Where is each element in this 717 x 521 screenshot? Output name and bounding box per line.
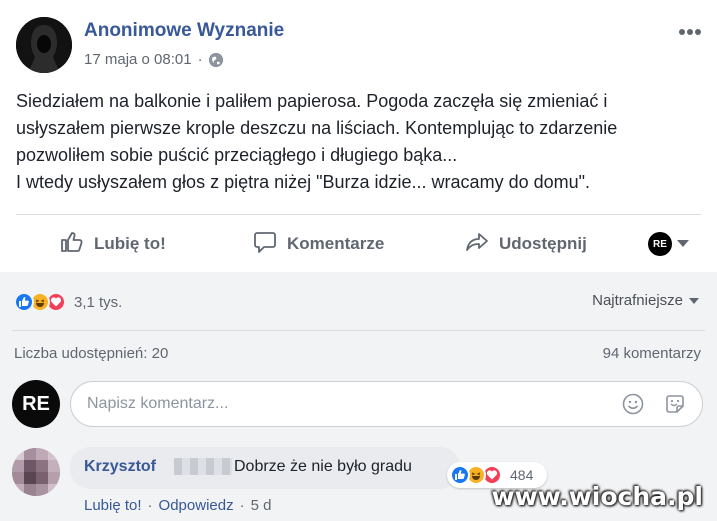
comment-reply-link[interactable]: Odpowiedz: [159, 497, 234, 514]
comment-actions: Lubię to! · Odpowiedz · 5 d: [84, 497, 271, 514]
comment-reaction-count: 484: [510, 467, 534, 483]
commenter-avatar[interactable]: [12, 448, 60, 496]
sticker-icon[interactable]: [664, 393, 686, 415]
blurred-surname: [174, 458, 232, 475]
post-header: Anonimowe Wyznanie 17 maja o 08:01 ·: [16, 14, 706, 74]
globe-icon: [208, 52, 223, 67]
action-separator: ·: [147, 497, 153, 514]
share-button[interactable]: Udostępnij: [465, 218, 587, 270]
share-arrow-icon: [465, 230, 499, 259]
chevron-down-icon: [689, 297, 699, 304]
commenter-name[interactable]: Krzysztof: [84, 458, 156, 476]
post-text: Siedziałem na balkonie i paliłem papiero…: [16, 88, 706, 196]
comment-button[interactable]: Komentarze: [253, 218, 384, 270]
page-name[interactable]: Anonimowe Wyznanie: [84, 20, 284, 42]
action-separator: ·: [239, 497, 245, 514]
comment-label: Komentarze: [287, 234, 385, 253]
post-text-line: Siedziałem na balkonie i paliłem papiero…: [16, 91, 608, 111]
reaction-count: 3,1 tys.: [74, 293, 123, 311]
comment-time[interactable]: 5 d: [251, 497, 272, 514]
comment-composer[interactable]: [70, 381, 703, 427]
post-timestamp[interactable]: 17 maja o 08:01: [84, 51, 192, 68]
comment-count[interactable]: 94 komentarzy: [603, 345, 701, 362]
comment-input[interactable]: [87, 382, 567, 426]
comment-sort-dropdown[interactable]: Najtrafniejsze: [592, 292, 699, 309]
divider: [12, 330, 705, 331]
comment-bubble: Krzysztof Dobrze że nie było gradu: [70, 447, 460, 489]
composer-avatar: RE: [12, 380, 60, 428]
sort-label: Najtrafniejsze: [592, 292, 683, 309]
meta-separator: ·: [197, 51, 203, 68]
comment-like-link[interactable]: Lubię to!: [84, 497, 142, 514]
post-text-line: I wtedy usłyszałem głos z piętra niżej "…: [16, 172, 591, 192]
post-text-line: pozwoliłem sobie puścić przeciągłego i d…: [16, 145, 458, 165]
post-text-line: usłyszałem pierwsze krople deszczu na li…: [16, 118, 618, 138]
like-label: Lubię to!: [94, 234, 166, 253]
share-count[interactable]: Liczba udostępnień: 20: [14, 345, 168, 362]
watermark: www.wiocha.pl: [491, 482, 703, 511]
profile-switch-avatar[interactable]: RE: [648, 232, 672, 256]
more-options-icon[interactable]: [678, 16, 702, 42]
reactions-summary[interactable]: 3,1 tys.: [14, 291, 122, 313]
post-actions: Lubię to! Komentarze Udostępnij RE: [0, 218, 717, 270]
comment-icon: [253, 230, 287, 259]
divider: [16, 214, 701, 215]
chevron-down-icon[interactable]: [677, 240, 689, 247]
post-meta: 17 maja o 08:01 ·: [84, 51, 223, 68]
thumbs-up-icon: [60, 230, 94, 259]
page-avatar[interactable]: [16, 17, 72, 73]
comment-text: Dobrze że nie było gradu: [234, 458, 412, 475]
like-reaction-icon: [450, 465, 470, 485]
like-button[interactable]: Lubię to!: [60, 218, 166, 270]
like-reaction-icon: [14, 292, 34, 312]
emoji-icon[interactable]: [622, 393, 644, 415]
share-label: Udostępnij: [499, 234, 587, 253]
